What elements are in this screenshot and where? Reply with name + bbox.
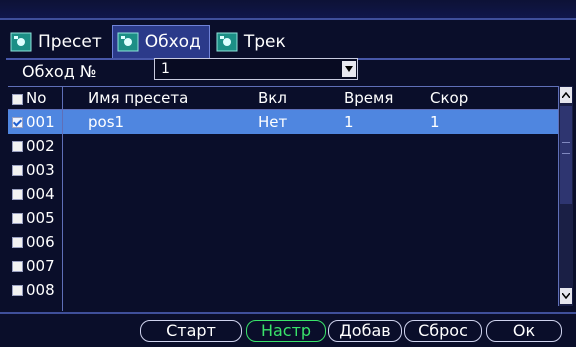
cell-no: 001 bbox=[26, 113, 55, 131]
tab-tour[interactable]: Обход bbox=[111, 25, 210, 58]
scroll-down-icon[interactable] bbox=[560, 288, 572, 304]
chevron-down-icon[interactable] bbox=[342, 61, 356, 77]
button-bar: Старт Настр Добав Сброс Ок bbox=[0, 312, 576, 347]
table-row[interactable]: 008 bbox=[8, 278, 558, 302]
scroll-up-icon[interactable] bbox=[560, 87, 572, 103]
column-divider bbox=[62, 87, 63, 311]
row-checkbox[interactable] bbox=[12, 213, 23, 224]
table-row[interactable]: 006 bbox=[8, 230, 558, 254]
ok-button[interactable]: Ок bbox=[486, 320, 562, 342]
cell-speed: 1 bbox=[430, 113, 440, 131]
cell-preset-name: pos1 bbox=[88, 113, 125, 131]
tab-tour-label: Обход bbox=[144, 32, 201, 52]
row-checkbox[interactable] bbox=[12, 261, 23, 272]
cell-enabled: Нет bbox=[258, 113, 288, 131]
tour-number-row: Обход № bbox=[22, 60, 154, 82]
tab-bar: Пресет Обход Трек bbox=[6, 22, 570, 60]
cell-no: 002 bbox=[26, 137, 55, 155]
row-checkbox[interactable] bbox=[12, 189, 23, 200]
window-top-bar bbox=[0, 0, 576, 20]
cell-no: 004 bbox=[26, 185, 55, 203]
cell-no: 005 bbox=[26, 209, 55, 227]
table-row[interactable]: 007 bbox=[8, 254, 558, 278]
table-row[interactable]: 002 bbox=[8, 134, 558, 158]
add-button[interactable]: Добав bbox=[328, 320, 402, 342]
tab-preset[interactable]: Пресет bbox=[6, 26, 110, 58]
row-checkbox[interactable] bbox=[12, 165, 23, 176]
cell-no: 006 bbox=[26, 233, 55, 251]
row-checkbox[interactable] bbox=[12, 141, 23, 152]
select-all-checkbox[interactable] bbox=[12, 94, 23, 105]
header-enabled: Вкл bbox=[258, 89, 287, 107]
tour-number-select[interactable]: 1 bbox=[154, 58, 358, 80]
cell-no: 008 bbox=[26, 281, 55, 299]
table-row[interactable]: 004 bbox=[8, 182, 558, 206]
setup-button[interactable]: Настр bbox=[246, 320, 326, 342]
header-preset-name: Имя пресета bbox=[88, 89, 189, 107]
table-header: No Имя пресета Вкл Время Скор bbox=[8, 87, 558, 110]
tab-track[interactable]: Трек bbox=[212, 26, 294, 58]
table-row[interactable]: 003 bbox=[8, 158, 558, 182]
row-checkbox[interactable] bbox=[12, 285, 23, 296]
cell-no: 003 bbox=[26, 161, 55, 179]
reset-button[interactable]: Сброс bbox=[404, 320, 482, 342]
preset-table: No Имя пресета Вкл Время Скор 001 pos1 Нет… bbox=[8, 86, 558, 311]
header-no: No bbox=[26, 89, 47, 107]
tour-number-value: 1 bbox=[161, 61, 170, 77]
row-checkbox[interactable] bbox=[12, 117, 23, 128]
cell-no: 007 bbox=[26, 257, 55, 275]
tour-number-label: Обход № bbox=[22, 61, 97, 81]
cell-time: 1 bbox=[344, 113, 354, 131]
row-checkbox[interactable] bbox=[12, 237, 23, 248]
grip-icon bbox=[562, 142, 570, 154]
table-row[interactable]: 005 bbox=[8, 206, 558, 230]
table-row[interactable]: 001 pos1 Нет 1 1 bbox=[8, 110, 558, 134]
tab-preset-label: Пресет bbox=[38, 32, 102, 52]
scroll-thumb[interactable] bbox=[560, 106, 572, 204]
header-time: Время bbox=[344, 89, 394, 107]
start-button[interactable]: Старт bbox=[140, 320, 242, 342]
header-speed: Скор bbox=[430, 89, 469, 107]
camera-icon bbox=[216, 32, 238, 52]
camera-icon bbox=[117, 32, 139, 52]
tab-track-label: Трек bbox=[243, 32, 286, 52]
scrollbar[interactable] bbox=[558, 86, 573, 306]
camera-icon bbox=[10, 32, 32, 52]
